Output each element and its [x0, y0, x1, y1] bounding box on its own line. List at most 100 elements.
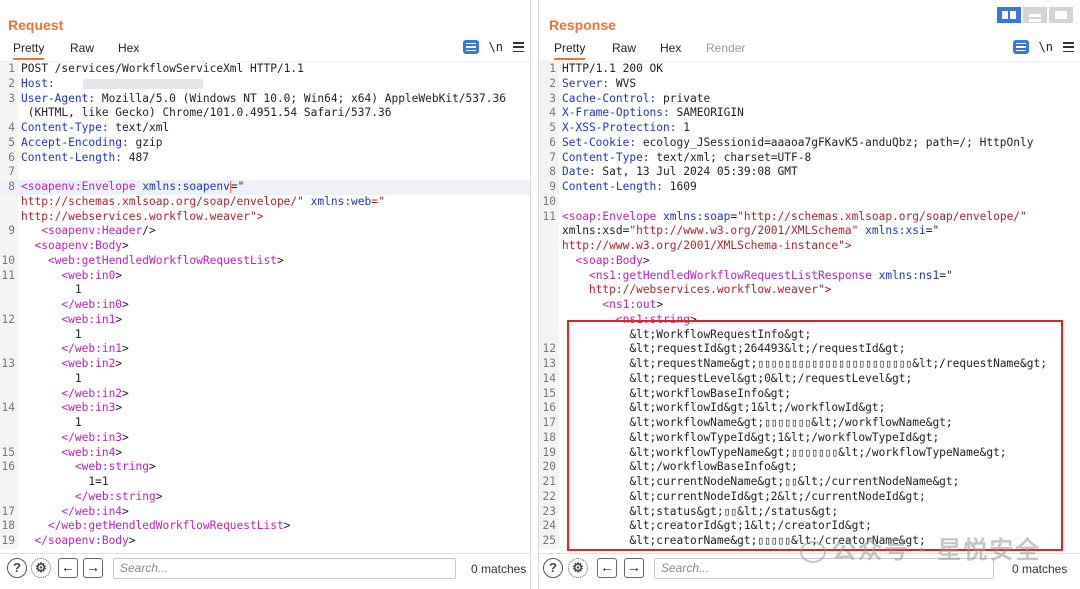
code-line[interactable]: 17 </web:in4>: [0, 505, 530, 520]
code-line[interactable]: <ns1:getHendledWorkflowRequestListRespon…: [539, 269, 1080, 284]
next-match-button[interactable]: →: [624, 558, 644, 578]
tab-hex[interactable]: Hex: [118, 41, 139, 55]
code-line[interactable]: 3 Cache-Control: private: [539, 92, 1080, 107]
line-text: &lt;WorkflowRequestInfo&gt;: [562, 327, 812, 341]
code-line[interactable]: &lt;WorkflowRequestInfo&gt;: [539, 328, 1080, 343]
code-line[interactable]: 16 <web:string>: [0, 460, 530, 475]
code-line[interactable]: 12 &lt;requestId&gt;264493&lt;/requestId…: [539, 342, 1080, 357]
code-line[interactable]: 18 &lt;workflowTypeId&gt;1&lt;/workflowT…: [539, 431, 1080, 446]
code-line[interactable]: 19 &lt;workflowTypeName&gt;▯▯▯▯▯▯▯&lt;/w…: [539, 446, 1080, 461]
prev-match-button[interactable]: ←: [58, 558, 78, 578]
code-line[interactable]: </web:in3>: [0, 431, 530, 446]
code-line[interactable]: <soap:Body>: [539, 254, 1080, 269]
code-line[interactable]: 5 X-XSS-Protection: 1: [539, 121, 1080, 136]
code-line[interactable]: </web:string>: [0, 490, 530, 505]
code-line[interactable]: 2 Host:: [0, 77, 530, 92]
code-line[interactable]: 6 Content-Length: 487: [0, 151, 530, 166]
code-line[interactable]: 16 &lt;workflowId&gt;1&lt;/workflowId&gt…: [539, 401, 1080, 416]
code-line[interactable]: 1 POST /services/WorkflowServiceXml HTTP/…: [0, 62, 530, 77]
code-line[interactable]: 4 X-Frame-Options: SAMEORIGIN: [539, 106, 1080, 121]
settings-gear-icon[interactable]: ⚙: [31, 558, 51, 578]
code-line[interactable]: xmlns:xsd="http://www.w3.org/2001/XMLSch…: [539, 224, 1080, 239]
line-number: 7: [8, 165, 15, 179]
single-pane-layout-icon[interactable]: [1049, 7, 1073, 23]
code-line[interactable]: 18 </web:getHendledWorkflowRequestList>: [0, 519, 530, 534]
code-line[interactable]: http://webservices.workflow.weaver">: [0, 210, 530, 225]
code-line[interactable]: 21 &lt;currentNodeName&gt;▯▯&lt;/current…: [539, 475, 1080, 490]
code-line[interactable]: </web:in1>: [0, 342, 530, 357]
code-line[interactable]: <ns1:string>: [539, 313, 1080, 328]
code-line[interactable]: 1 HTTP/1.1 200 OK: [539, 62, 1080, 77]
code-line[interactable]: 8 <soapenv:Envelope xmlns:soapenv=": [0, 180, 530, 195]
tab-pretty[interactable]: Pretty: [13, 41, 45, 60]
line-text: <web:in0>: [61, 268, 123, 282]
code-line[interactable]: (KHTML, like Gecko) Chrome/101.0.4951.54…: [0, 106, 530, 121]
code-line[interactable]: 7: [0, 165, 530, 180]
request-editor[interactable]: 1 POST /services/WorkflowServiceXml HTTP/…: [0, 61, 530, 549]
code-line[interactable]: 15 &lt;workflowBaseInfo&gt;: [539, 387, 1080, 402]
code-line[interactable]: </web:in2>: [0, 387, 530, 402]
code-line[interactable]: 20 &lt;/workflowBaseInfo&gt;: [539, 460, 1080, 475]
code-line[interactable]: 6 Set-Cookie: ecology_JSessionid=aaaoa7gF…: [539, 136, 1080, 151]
code-line[interactable]: 2 Server: WVS: [539, 77, 1080, 92]
code-line[interactable]: 13 <web:in2>: [0, 357, 530, 372]
code-line[interactable]: http://schemas.xmlsoap.org/soap/envelope…: [0, 195, 530, 210]
tab-pretty[interactable]: Pretty: [554, 41, 586, 60]
stacked-layout-icon[interactable]: [1023, 7, 1047, 23]
code-line[interactable]: 11 <soap:Envelope xmlns:soap="http://sche…: [539, 210, 1080, 225]
code-line[interactable]: 17 &lt;workflowName&gt;▯▯▯▯▯▯▯&lt;/workf…: [539, 416, 1080, 431]
code-line[interactable]: 14 &lt;requestLevel&gt;0&lt;/requestLeve…: [539, 372, 1080, 387]
code-line[interactable]: 9 Content-Length: 1609: [539, 180, 1080, 195]
menu-icon[interactable]: [1063, 42, 1074, 52]
code-line[interactable]: 12 <web:in1>: [0, 313, 530, 328]
code-line[interactable]: <soapenv:Body>: [0, 239, 530, 254]
code-line[interactable]: 1=1: [0, 475, 530, 490]
tab-hex[interactable]: Hex: [660, 41, 681, 55]
line-number: [0, 372, 18, 387]
line-text: &lt;workflowName&gt;▯▯▯▯▯▯▯&lt;/workflow…: [562, 416, 953, 429]
tab-raw[interactable]: Raw: [70, 41, 94, 55]
tab-raw[interactable]: Raw: [612, 41, 636, 55]
code-line[interactable]: 23 &lt;status&gt;▯▯&lt;/status&gt;: [539, 505, 1080, 520]
line-number: [539, 328, 559, 343]
code-line[interactable]: 22 &lt;currentNodeId&gt;2&lt;/currentNod…: [539, 490, 1080, 505]
menu-icon[interactable]: [513, 42, 524, 52]
code-line[interactable]: 7 Content-Type: text/xml; charset=UTF-8: [539, 151, 1080, 166]
code-line[interactable]: 5 Accept-Encoding: gzip: [0, 136, 530, 151]
code-line[interactable]: 9 <soapenv:Header/>: [0, 224, 530, 239]
code-line[interactable]: 3 User-Agent: Mozilla/5.0 (Windows NT 10.…: [0, 92, 530, 107]
line-number: [0, 490, 18, 505]
side-by-side-layout-icon[interactable]: [997, 7, 1021, 23]
code-line[interactable]: 10 <web:getHendledWorkflowRequestList>: [0, 254, 530, 269]
code-line[interactable]: 10: [539, 195, 1080, 210]
line-number: 4: [549, 106, 556, 120]
response-editor[interactable]: 1 HTTP/1.1 200 OK 2 Server: WVS 3 Cache-Contr…: [539, 61, 1080, 549]
search-input[interactable]: Search...: [113, 558, 456, 579]
code-line[interactable]: 1: [0, 372, 530, 387]
code-line[interactable]: http://www.w3.org/2001/XMLSchema-instanc…: [539, 239, 1080, 254]
code-line[interactable]: 15 <web:in4>: [0, 446, 530, 461]
prev-match-button[interactable]: ←: [597, 558, 617, 578]
code-line[interactable]: </web:in0>: [0, 298, 530, 313]
code-line[interactable]: 11 <web:in0>: [0, 269, 530, 284]
code-line[interactable]: 14 <web:in3>: [0, 401, 530, 416]
code-line[interactable]: 19 </soapenv:Body>: [0, 534, 530, 549]
code-line[interactable]: 8 Date: Sat, 13 Jul 2024 05:39:08 GMT: [539, 165, 1080, 180]
newline-icon[interactable]: \n: [1039, 40, 1053, 54]
pretty-format-icon[interactable]: [1012, 40, 1029, 54]
code-line[interactable]: 1: [0, 416, 530, 431]
pretty-format-icon[interactable]: [462, 40, 479, 54]
line-text: <soapenv:Header/>: [41, 224, 156, 238]
code-line[interactable]: 13 &lt;requestName&gt;▯▯▯▯▯▯▯▯▯▯▯▯▯▯▯▯▯▯…: [539, 357, 1080, 372]
next-match-button[interactable]: →: [83, 558, 103, 578]
code-line[interactable]: 1: [0, 328, 530, 343]
code-line[interactable]: http://webservices.workflow.weaver">: [539, 283, 1080, 298]
settings-gear-icon[interactable]: ⚙: [568, 558, 588, 578]
newline-icon[interactable]: \n: [489, 40, 503, 54]
tab-render[interactable]: Render: [706, 41, 745, 55]
code-line[interactable]: 4 Content-Type: text/xml: [0, 121, 530, 136]
help-icon[interactable]: ?: [543, 558, 563, 578]
code-line[interactable]: <ns1:out>: [539, 298, 1080, 313]
code-line[interactable]: 1: [0, 283, 530, 298]
help-icon[interactable]: ?: [7, 558, 27, 578]
